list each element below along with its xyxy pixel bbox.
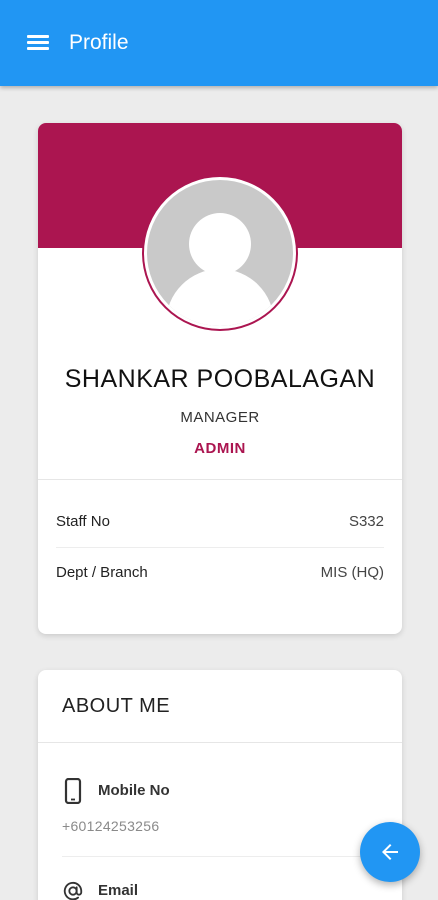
- back-fab-button[interactable]: [360, 822, 420, 882]
- profile-card: SHANKAR POOBALAGAN MANAGER ADMIN Staff N…: [38, 123, 402, 634]
- divider: [62, 856, 378, 857]
- about-me-card: ABOUT ME Mobile No +60124253256 Email: [38, 670, 402, 900]
- detail-value: S332: [348, 513, 384, 530]
- app-bar: Profile: [0, 0, 438, 86]
- divider: [56, 547, 384, 548]
- at-sign-icon: [63, 881, 83, 900]
- access-level-badge: ADMIN: [194, 440, 246, 457]
- arrow-left-icon: [382, 844, 398, 860]
- mobile-phone-icon: [64, 778, 82, 804]
- divider: [38, 742, 402, 743]
- detail-row-staff-no: Staff No S332: [56, 513, 384, 537]
- page-title: Profile: [69, 31, 129, 54]
- user-placeholder-icon: [147, 180, 293, 326]
- contact-label: Email: [98, 882, 139, 899]
- detail-label: Staff No: [56, 513, 110, 530]
- divider: [38, 479, 402, 480]
- profile-name: SHANKAR POOBALAGAN: [64, 365, 376, 393]
- about-me-heading: ABOUT ME: [62, 695, 171, 717]
- contact-value: +60124253256: [62, 818, 160, 834]
- profile-role: MANAGER: [180, 409, 260, 426]
- detail-label: Dept / Branch: [56, 564, 148, 581]
- detail-row-dept-branch: Dept / Branch MIS (HQ): [56, 564, 384, 588]
- hamburger-menu-icon[interactable]: [26, 32, 50, 54]
- avatar[interactable]: [142, 175, 298, 331]
- contact-label: Mobile No: [98, 782, 170, 799]
- detail-value: MIS (HQ): [320, 564, 384, 581]
